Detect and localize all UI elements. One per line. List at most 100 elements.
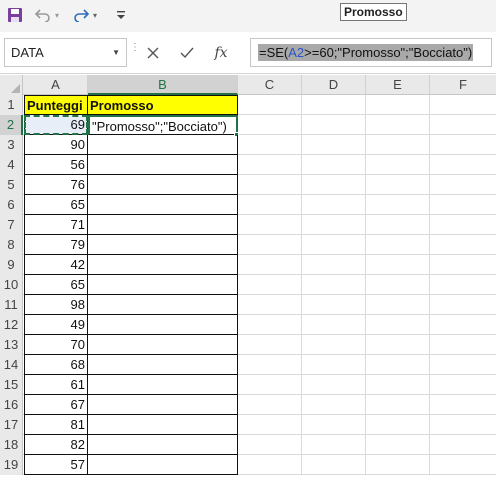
cell[interactable]	[302, 455, 366, 475]
cell[interactable]	[430, 95, 496, 115]
cell-score[interactable]: 98	[24, 295, 88, 315]
row-header[interactable]: 7	[0, 215, 23, 235]
cell[interactable]	[302, 335, 366, 355]
column-header-c[interactable]: C	[238, 75, 302, 95]
cell-result[interactable]	[88, 375, 238, 395]
cell-score[interactable]: 70	[24, 335, 88, 355]
cell-result[interactable]	[88, 455, 238, 475]
cell[interactable]	[238, 335, 302, 355]
cell-result[interactable]	[88, 295, 238, 315]
cell[interactable]	[302, 235, 366, 255]
cell-score[interactable]: 71	[24, 215, 88, 235]
cell[interactable]	[302, 175, 366, 195]
cell[interactable]	[430, 375, 496, 395]
cell[interactable]	[366, 375, 430, 395]
row-header[interactable]: 16	[0, 395, 23, 415]
cell-result[interactable]	[88, 415, 238, 435]
cell[interactable]	[430, 435, 496, 455]
formula-bar-divider-icon[interactable]: ⋮	[130, 43, 140, 60]
cell[interactable]	[238, 395, 302, 415]
cell-result[interactable]	[88, 235, 238, 255]
cell-result[interactable]	[88, 275, 238, 295]
cell[interactable]	[238, 375, 302, 395]
cell[interactable]	[366, 315, 430, 335]
cell-result[interactable]	[88, 155, 238, 175]
cell[interactable]	[238, 455, 302, 475]
cell[interactable]	[430, 355, 496, 375]
cell[interactable]	[366, 415, 430, 435]
cell-score[interactable]: 79	[24, 235, 88, 255]
cell[interactable]	[366, 235, 430, 255]
column-header-d[interactable]: D	[302, 75, 366, 95]
select-all-button[interactable]	[0, 75, 23, 95]
row-header[interactable]: 11	[0, 295, 23, 315]
cell[interactable]	[302, 155, 366, 175]
cell[interactable]	[366, 295, 430, 315]
cell[interactable]	[430, 235, 496, 255]
cell[interactable]	[430, 295, 496, 315]
cell[interactable]	[366, 175, 430, 195]
enter-icon[interactable]	[170, 38, 204, 67]
cell[interactable]	[302, 395, 366, 415]
redo-dropdown-icon[interactable]: ▾	[90, 5, 100, 25]
cell[interactable]	[430, 155, 496, 175]
cell-score[interactable]: 81	[24, 415, 88, 435]
cell[interactable]	[302, 95, 366, 115]
cell[interactable]	[302, 435, 366, 455]
cell[interactable]	[430, 415, 496, 435]
cell[interactable]	[238, 295, 302, 315]
cell[interactable]	[302, 215, 366, 235]
column-header-b[interactable]: B	[88, 75, 238, 95]
cell[interactable]	[302, 255, 366, 275]
cell[interactable]	[366, 135, 430, 155]
row-header[interactable]: 6	[0, 195, 23, 215]
cell-result[interactable]	[88, 255, 238, 275]
row-header[interactable]: 5	[0, 175, 23, 195]
cell-result[interactable]	[88, 395, 238, 415]
cell-result[interactable]	[88, 315, 238, 335]
cell-result[interactable]	[88, 355, 238, 375]
cell-score[interactable]: 65	[24, 275, 88, 295]
row-header[interactable]: 2	[0, 115, 23, 135]
cell[interactable]	[430, 255, 496, 275]
cell[interactable]	[366, 355, 430, 375]
cell[interactable]	[366, 455, 430, 475]
cell[interactable]	[238, 235, 302, 255]
cell-score[interactable]: 42	[24, 255, 88, 275]
cell-result[interactable]	[88, 435, 238, 455]
cell[interactable]	[302, 195, 366, 215]
cell[interactable]	[238, 435, 302, 455]
cell[interactable]	[430, 195, 496, 215]
name-box[interactable]: DATA ▼	[4, 38, 127, 67]
formula-input[interactable]: =SE(A2>=60;"Promosso";"Bocciato")	[250, 38, 492, 67]
cell[interactable]	[366, 195, 430, 215]
cell[interactable]	[430, 335, 496, 355]
cell[interactable]	[238, 115, 302, 135]
cell[interactable]	[366, 115, 430, 135]
cell[interactable]	[238, 355, 302, 375]
customize-toolbar-icon[interactable]	[114, 5, 128, 25]
cell-score[interactable]: 67	[24, 395, 88, 415]
cell[interactable]	[430, 175, 496, 195]
cell[interactable]	[430, 115, 496, 135]
insert-function-icon[interactable]: fx	[204, 38, 238, 67]
cell-score[interactable]: 90	[24, 135, 88, 155]
cell-score[interactable]: 56	[24, 155, 88, 175]
row-header[interactable]: 8	[0, 235, 23, 255]
cell[interactable]	[430, 275, 496, 295]
undo-icon[interactable]	[34, 5, 52, 25]
cell-b1[interactable]: Promosso	[88, 95, 238, 115]
cell[interactable]	[302, 355, 366, 375]
cell-a1[interactable]: Punteggi	[24, 95, 88, 115]
cell[interactable]	[238, 275, 302, 295]
cell-score[interactable]: 61	[24, 375, 88, 395]
cell-score[interactable]: 57	[24, 455, 88, 475]
active-cell-editor[interactable]: "Promosso";"Bocciato")	[88, 115, 239, 137]
cell[interactable]	[238, 195, 302, 215]
cell[interactable]	[366, 395, 430, 415]
column-header-e[interactable]: E	[366, 75, 430, 95]
cell-result[interactable]	[88, 135, 238, 155]
cell-score[interactable]: 82	[24, 435, 88, 455]
row-header[interactable]: 13	[0, 335, 23, 355]
row-header[interactable]: 3	[0, 135, 23, 155]
